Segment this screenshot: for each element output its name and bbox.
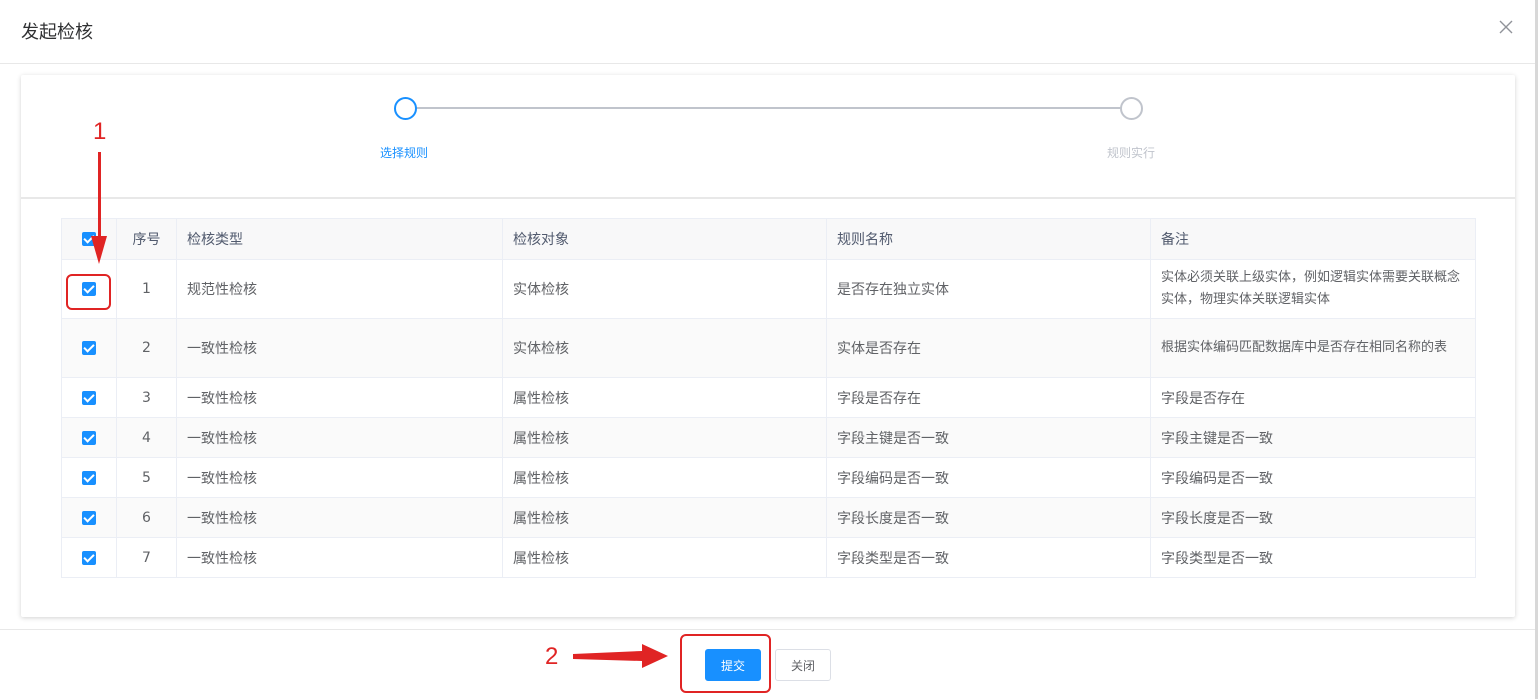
table-row[interactable]: 3 一致性检核 属性检核 字段是否存在 字段是否存在 bbox=[61, 377, 1476, 418]
table-row[interactable]: 2 一致性检核 实体检核 实体是否存在 根据实体编码匹配数据库中是否存在相同名称… bbox=[61, 318, 1476, 378]
row-check-cell bbox=[61, 318, 117, 378]
step-1-circle-icon bbox=[394, 97, 417, 120]
row-rule: 实体是否存在 bbox=[826, 318, 1151, 378]
row-check-cell bbox=[61, 497, 117, 538]
row-remark: 字段长度是否一致 bbox=[1150, 497, 1476, 538]
row-checkbox[interactable] bbox=[82, 390, 96, 405]
row-check-cell bbox=[61, 537, 117, 578]
row-type: 一致性检核 bbox=[176, 318, 503, 378]
row-checkbox[interactable] bbox=[82, 550, 96, 565]
column-header-remark: 备注 bbox=[1150, 218, 1476, 260]
row-index: 1 bbox=[116, 259, 177, 319]
row-checkbox[interactable] bbox=[82, 470, 96, 485]
steps-bar: 选择规则 规则实行 bbox=[21, 75, 1515, 199]
step-connector bbox=[416, 107, 1131, 109]
row-type: 一致性检核 bbox=[176, 537, 503, 578]
row-rule: 字段长度是否一致 bbox=[826, 497, 1151, 538]
check-dialog: 发起检核 选择规则 规则实行 序号 检核类型 检核对象 规则名称 备注 1 规范… bbox=[0, 0, 1538, 699]
row-rule: 是否存在独立实体 bbox=[826, 259, 1151, 319]
row-index: 3 bbox=[116, 377, 177, 418]
select-all-cell bbox=[61, 218, 117, 260]
step-2-circle-icon bbox=[1120, 97, 1143, 120]
row-remark: 实体必须关联上级实体，例如逻辑实体需要关联概念实体，物理实体关联逻辑实体 bbox=[1150, 259, 1476, 319]
column-header-rule: 规则名称 bbox=[826, 218, 1151, 260]
annotation-number-1: 1 bbox=[93, 118, 107, 145]
row-rule: 字段类型是否一致 bbox=[826, 537, 1151, 578]
table-header-row: 序号 检核类型 检核对象 规则名称 备注 bbox=[61, 218, 1476, 260]
row-type: 一致性检核 bbox=[176, 497, 503, 538]
row-index: 7 bbox=[116, 537, 177, 578]
row-type: 一致性检核 bbox=[176, 457, 503, 498]
row-type: 一致性检核 bbox=[176, 417, 503, 458]
row-object: 属性检核 bbox=[502, 417, 827, 458]
row-index: 4 bbox=[116, 417, 177, 458]
row-checkbox[interactable] bbox=[82, 510, 96, 525]
select-all-checkbox[interactable] bbox=[82, 232, 96, 246]
annotation-box-submit bbox=[680, 634, 771, 693]
row-check-cell bbox=[61, 417, 117, 458]
annotation-box-checkbox bbox=[66, 274, 111, 310]
row-rule: 字段编码是否一致 bbox=[826, 457, 1151, 498]
row-index: 6 bbox=[116, 497, 177, 538]
row-object: 属性检核 bbox=[502, 537, 827, 578]
row-object: 实体检核 bbox=[502, 318, 827, 378]
row-index: 5 bbox=[116, 457, 177, 498]
step-2-label: 规则实行 bbox=[1106, 146, 1155, 160]
row-remark: 字段主键是否一致 bbox=[1150, 417, 1476, 458]
table-row[interactable]: 6 一致性检核 属性检核 字段长度是否一致 字段长度是否一致 bbox=[61, 497, 1476, 538]
row-remark: 字段编码是否一致 bbox=[1150, 457, 1476, 498]
dialog-body-card: 选择规则 规则实行 序号 检核类型 检核对象 规则名称 备注 1 规范性检核 实… bbox=[21, 75, 1515, 617]
row-rule: 字段是否存在 bbox=[826, 377, 1151, 418]
row-rule: 字段主键是否一致 bbox=[826, 417, 1151, 458]
row-type: 一致性检核 bbox=[176, 377, 503, 418]
dialog-header: 发起检核 bbox=[0, 0, 1535, 64]
dialog-title: 发起检核 bbox=[21, 22, 93, 43]
row-check-cell bbox=[61, 457, 117, 498]
row-object: 实体检核 bbox=[502, 259, 827, 319]
row-checkbox[interactable] bbox=[82, 341, 96, 355]
row-checkbox[interactable] bbox=[82, 430, 96, 445]
close-button[interactable]: 关闭 bbox=[775, 649, 831, 681]
row-remark: 字段类型是否一致 bbox=[1150, 537, 1476, 578]
column-header-index: 序号 bbox=[116, 218, 177, 260]
row-remark: 根据实体编码匹配数据库中是否存在相同名称的表 bbox=[1150, 318, 1476, 378]
column-header-type: 检核类型 bbox=[176, 218, 503, 260]
row-object: 属性检核 bbox=[502, 377, 827, 418]
rules-table: 序号 检核类型 检核对象 规则名称 备注 1 规范性检核 实体检核 是否存在独立… bbox=[61, 218, 1476, 578]
table-row[interactable]: 4 一致性检核 属性检核 字段主键是否一致 字段主键是否一致 bbox=[61, 417, 1476, 458]
table-row[interactable]: 7 一致性检核 属性检核 字段类型是否一致 字段类型是否一致 bbox=[61, 537, 1476, 578]
row-index: 2 bbox=[116, 318, 177, 378]
table-row[interactable]: 1 规范性检核 实体检核 是否存在独立实体 实体必须关联上级实体，例如逻辑实体需… bbox=[61, 259, 1476, 319]
row-check-cell bbox=[61, 377, 117, 418]
row-remark: 字段是否存在 bbox=[1150, 377, 1476, 418]
row-object: 属性检核 bbox=[502, 457, 827, 498]
column-header-object: 检核对象 bbox=[502, 218, 827, 260]
row-object: 属性检核 bbox=[502, 497, 827, 538]
annotation-number-2: 2 bbox=[545, 643, 559, 670]
step-1-label: 选择规则 bbox=[379, 146, 428, 160]
close-icon[interactable] bbox=[1495, 16, 1517, 38]
table-row[interactable]: 5 一致性检核 属性检核 字段编码是否一致 字段编码是否一致 bbox=[61, 457, 1476, 498]
row-type: 规范性检核 bbox=[176, 259, 503, 319]
